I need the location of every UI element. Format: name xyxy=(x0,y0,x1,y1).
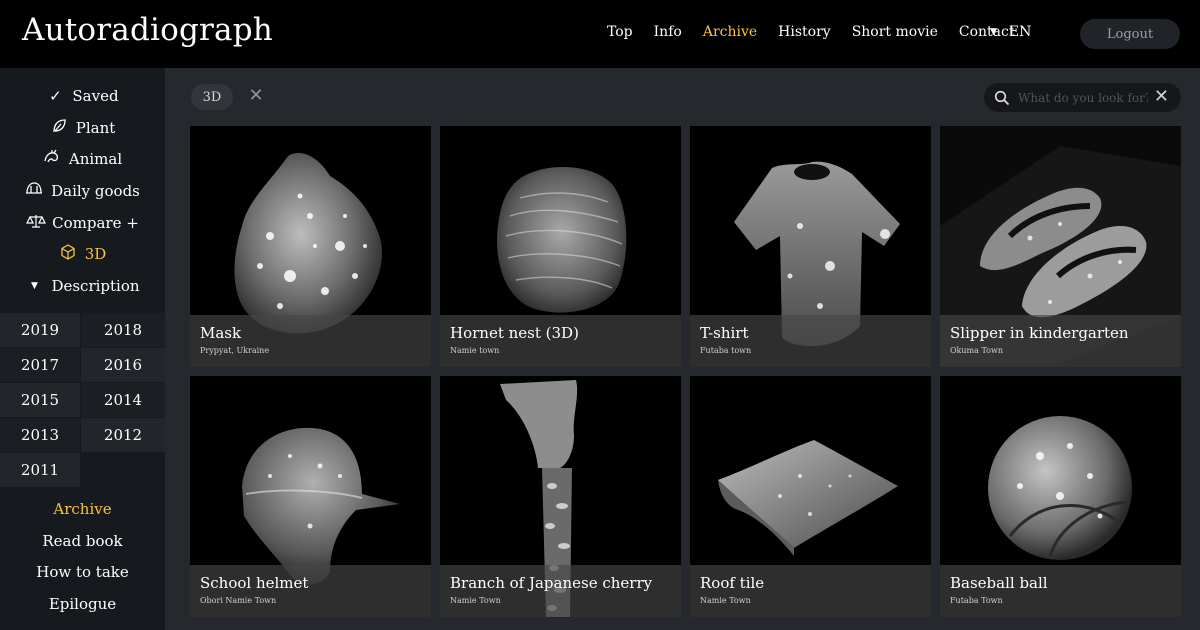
year-2014[interactable]: 2014 xyxy=(81,383,165,417)
scale-icon xyxy=(26,213,47,233)
submenu-epilogue[interactable]: Epilogue xyxy=(0,588,165,620)
filter-chip-3d[interactable]: 3D xyxy=(191,84,233,110)
nav-short-movie[interactable]: Short movie xyxy=(852,24,938,40)
item-title: Baseball ball xyxy=(950,574,1048,592)
year-grid: 2019 2018 2017 2016 2015 2014 2013 2012 … xyxy=(0,313,165,487)
triangle-down-icon: ▼ xyxy=(990,27,997,37)
language-label: EN xyxy=(1008,24,1032,40)
item-grid: Mask Prypyat, Ukraine Hornet nest (3D) N… xyxy=(190,126,1181,617)
nav-top[interactable]: Top xyxy=(607,24,633,40)
item-caption: Hornet nest (3D) Namie town xyxy=(440,315,681,367)
item-title: School helmet xyxy=(200,574,309,592)
item-caption: T-shirt Futaba town xyxy=(690,315,931,367)
nav-history[interactable]: History xyxy=(778,24,831,40)
item-card-mask[interactable]: Mask Prypyat, Ukraine xyxy=(190,126,431,367)
cube-icon xyxy=(59,244,77,264)
secondary-menu: Archive Read book How to take Epilogue xyxy=(0,493,165,620)
item-card-cherry-branch[interactable]: Branch of Japanese cherry Namie Town xyxy=(440,376,681,617)
item-title: Roof tile xyxy=(700,574,765,592)
nav-archive[interactable]: Archive xyxy=(703,24,757,40)
item-caption: Baseball ball Futaba Town xyxy=(940,565,1181,617)
search-icon xyxy=(994,90,1010,105)
year-2016[interactable]: 2016 xyxy=(81,348,165,382)
submenu-archive[interactable]: Archive xyxy=(0,493,165,525)
animal-icon xyxy=(43,149,61,169)
clear-filter-icon[interactable]: ✕ xyxy=(247,87,265,105)
leaf-icon xyxy=(50,118,68,138)
menu-item-3d[interactable]: 3D xyxy=(0,238,165,270)
menu-item-label: Plant xyxy=(75,118,116,137)
item-card-baseball-ball[interactable]: Baseball ball Futaba Town xyxy=(940,376,1181,617)
item-location: Okuma Town xyxy=(950,346,1003,355)
item-card-slipper[interactable]: Slipper in kindergarten Okuma Town xyxy=(940,126,1181,367)
item-caption: Mask Prypyat, Ukraine xyxy=(190,315,431,367)
submenu-read-book[interactable]: Read book xyxy=(0,525,165,557)
item-caption: Roof tile Namie Town xyxy=(690,565,931,617)
menu-item-label: Daily goods xyxy=(51,181,140,200)
menu-item-saved[interactable]: ✓ Saved xyxy=(0,80,165,112)
archive-main: 3D ✕ ✕ Mask Prypyat, Ukraine xyxy=(165,68,1200,630)
item-location: Namie town xyxy=(450,346,500,355)
item-title: Branch of Japanese cherry xyxy=(450,574,653,592)
item-title: Slipper in kindergarten xyxy=(950,324,1129,342)
helmet-icon xyxy=(25,181,43,201)
item-caption: Branch of Japanese cherry Namie Town xyxy=(440,565,681,617)
menu-item-label: Description xyxy=(51,276,140,295)
menu-item-animal[interactable]: Animal xyxy=(0,143,165,175)
year-2011[interactable]: 2011 xyxy=(0,453,80,487)
item-location: Prypyat, Ukraine xyxy=(200,346,270,355)
item-card-t-shirt[interactable]: T-shirt Futaba town xyxy=(690,126,931,367)
top-header: Autoradiograph Top Info Archive History … xyxy=(0,0,1200,68)
menu-item-label: Animal xyxy=(68,150,123,169)
language-selector[interactable]: ▼ EN xyxy=(990,24,1031,40)
search-box: ✕ xyxy=(984,83,1181,112)
item-card-school-helmet[interactable]: School helmet Obori Namie Town xyxy=(190,376,431,617)
item-card-hornet-nest[interactable]: Hornet nest (3D) Namie town xyxy=(440,126,681,367)
item-title: Mask xyxy=(200,324,242,342)
menu-item-daily-goods[interactable]: Daily goods xyxy=(0,175,165,207)
item-location: Obori Namie Town xyxy=(200,596,277,605)
main-nav: Top Info Archive History Short movie Con… xyxy=(607,24,1036,40)
triangle-down-icon: ▼ xyxy=(30,280,38,291)
menu-item-plant[interactable]: Plant xyxy=(0,112,165,144)
sidebar: ✓ Saved Plant Animal Daily goods Compare… xyxy=(0,68,165,630)
item-caption: School helmet Obori Namie Town xyxy=(190,565,431,617)
year-2019[interactable]: 2019 xyxy=(0,313,80,347)
site-logo[interactable]: Autoradiograph xyxy=(22,12,273,48)
year-2017[interactable]: 2017 xyxy=(0,348,80,382)
menu-item-label: 3D xyxy=(84,245,107,264)
year-2012[interactable]: 2012 xyxy=(81,418,165,452)
item-title: T-shirt xyxy=(700,324,749,342)
nav-info[interactable]: Info xyxy=(654,24,682,40)
item-card-roof-tile[interactable]: Roof tile Namie Town xyxy=(690,376,931,617)
submenu-how-to-take[interactable]: How to take xyxy=(0,556,165,588)
year-2018[interactable]: 2018 xyxy=(81,313,165,347)
check-icon: ✓ xyxy=(49,86,62,105)
item-caption: Slipper in kindergarten Okuma Town xyxy=(940,315,1181,367)
item-location: Namie Town xyxy=(450,596,501,605)
item-title: Hornet nest (3D) xyxy=(450,324,579,342)
item-location: Futaba town xyxy=(700,346,752,355)
year-2013[interactable]: 2013 xyxy=(0,418,80,452)
item-location: Futaba Town xyxy=(950,596,1003,605)
year-2015[interactable]: 2015 xyxy=(0,383,80,417)
menu-item-compare[interactable]: Compare + xyxy=(0,207,165,239)
menu-item-label: Compare + xyxy=(52,213,139,232)
menu-item-label: Saved xyxy=(72,86,119,105)
close-search-icon[interactable]: ✕ xyxy=(1154,88,1169,106)
search-input[interactable] xyxy=(1018,90,1148,105)
category-menu: ✓ Saved Plant Animal Daily goods Compare… xyxy=(0,68,165,302)
item-location: Namie Town xyxy=(700,596,751,605)
menu-item-description[interactable]: ▼ Description xyxy=(0,270,165,302)
logout-button[interactable]: Logout xyxy=(1080,19,1180,49)
